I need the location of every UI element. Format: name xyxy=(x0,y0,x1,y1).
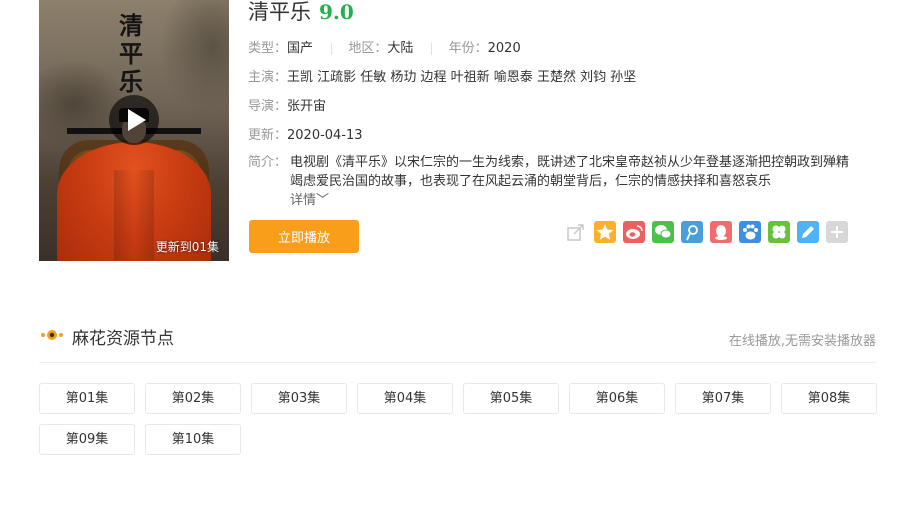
updated-row: 更新：2020-04-13 xyxy=(248,124,363,143)
episode-button[interactable]: 第01集 xyxy=(39,383,135,414)
year-label: 年份： xyxy=(448,41,488,56)
score: 9.0 xyxy=(319,0,354,24)
cast-label: 主演： xyxy=(248,70,288,85)
type-label: 类型： xyxy=(248,41,288,56)
director-label: 导演： xyxy=(248,99,288,114)
baidu-icon[interactable] xyxy=(739,221,761,243)
episode-button[interactable]: 第04集 xyxy=(357,383,453,414)
director-value[interactable]: 张开宙 xyxy=(287,99,326,114)
divider xyxy=(331,42,333,55)
intro: 简介： 电视剧《清平乐》以宋仁宗的一生为线索，既讲述了北宋皇帝赵祯从少年登基逐渐… xyxy=(248,153,858,210)
qq-icon[interactable] xyxy=(710,221,732,243)
section-title: 麻花资源节点 xyxy=(72,329,174,349)
meta-row: 类型：国产 地区：大陆 年份：2020 xyxy=(248,37,521,56)
episode-button[interactable]: 第09集 xyxy=(39,424,135,455)
episode-button[interactable]: 第10集 xyxy=(145,424,241,455)
poster-mountain xyxy=(159,0,229,120)
cast-row: 主演：王凯 江疏影 任敏 杨玏 边程 叶祖新 喻恩泰 王楚然 刘钧 孙坚 xyxy=(248,66,636,85)
updated-value: 2020-04-13 xyxy=(287,128,363,143)
intro-body: 电视剧《清平乐》以宋仁宗的一生为线索，既讲述了北宋皇帝赵祯从少年登基逐渐把控朝政… xyxy=(290,155,850,189)
year-value[interactable]: 2020 xyxy=(488,41,521,56)
episode-button[interactable]: 第02集 xyxy=(145,383,241,414)
poster[interactable]: 清平乐 更新到01集 xyxy=(39,0,229,261)
poster-calligraphy: 清平乐 xyxy=(119,11,143,96)
episode-button[interactable]: 第08集 xyxy=(781,383,877,414)
poster-update-label: 更新到01集 xyxy=(155,240,219,254)
episode-button[interactable]: 第06集 xyxy=(569,383,665,414)
type-value[interactable]: 国产 xyxy=(287,41,313,56)
intro-text: 电视剧《清平乐》以宋仁宗的一生为线索，既讲述了北宋皇帝赵祯从少年登基逐渐把控朝政… xyxy=(290,153,858,210)
poster-robe-shade xyxy=(114,170,154,260)
title-text: 清平乐 xyxy=(248,0,311,24)
weibo-icon[interactable] xyxy=(623,221,645,243)
page-title: 清平乐 9.0 xyxy=(248,0,354,26)
section-icon xyxy=(40,327,64,347)
intro-label: 简介： xyxy=(248,155,288,170)
updated-label: 更新： xyxy=(248,128,288,143)
cast-value[interactable]: 王凯 江疏影 任敏 杨玏 边程 叶祖新 喻恩泰 王楚然 刘钧 孙坚 xyxy=(287,70,636,85)
play-icon[interactable] xyxy=(109,95,159,145)
region-value[interactable]: 大陆 xyxy=(387,41,413,56)
intro-more-link[interactable]: 详情﹀ xyxy=(290,193,329,208)
divider xyxy=(431,42,433,55)
episode-button[interactable]: 第05集 xyxy=(463,383,559,414)
play-now-button[interactable]: 立即播放 xyxy=(249,220,359,253)
more-icon[interactable] xyxy=(826,221,848,243)
region-label: 地区： xyxy=(348,41,388,56)
qzone-icon[interactable] xyxy=(594,221,616,243)
episode-button[interactable]: 第07集 xyxy=(675,383,771,414)
pencil-icon[interactable] xyxy=(797,221,819,243)
divider xyxy=(39,362,876,363)
share-icon[interactable] xyxy=(565,221,587,243)
episode-button[interactable]: 第03集 xyxy=(251,383,347,414)
wechat-icon[interactable] xyxy=(652,221,674,243)
tencent-weibo-icon[interactable] xyxy=(681,221,703,243)
clover-icon[interactable] xyxy=(768,221,790,243)
director-row: 导演：张开宙 xyxy=(248,95,326,114)
section-note: 在线播放,无需安装播放器 xyxy=(728,334,876,349)
